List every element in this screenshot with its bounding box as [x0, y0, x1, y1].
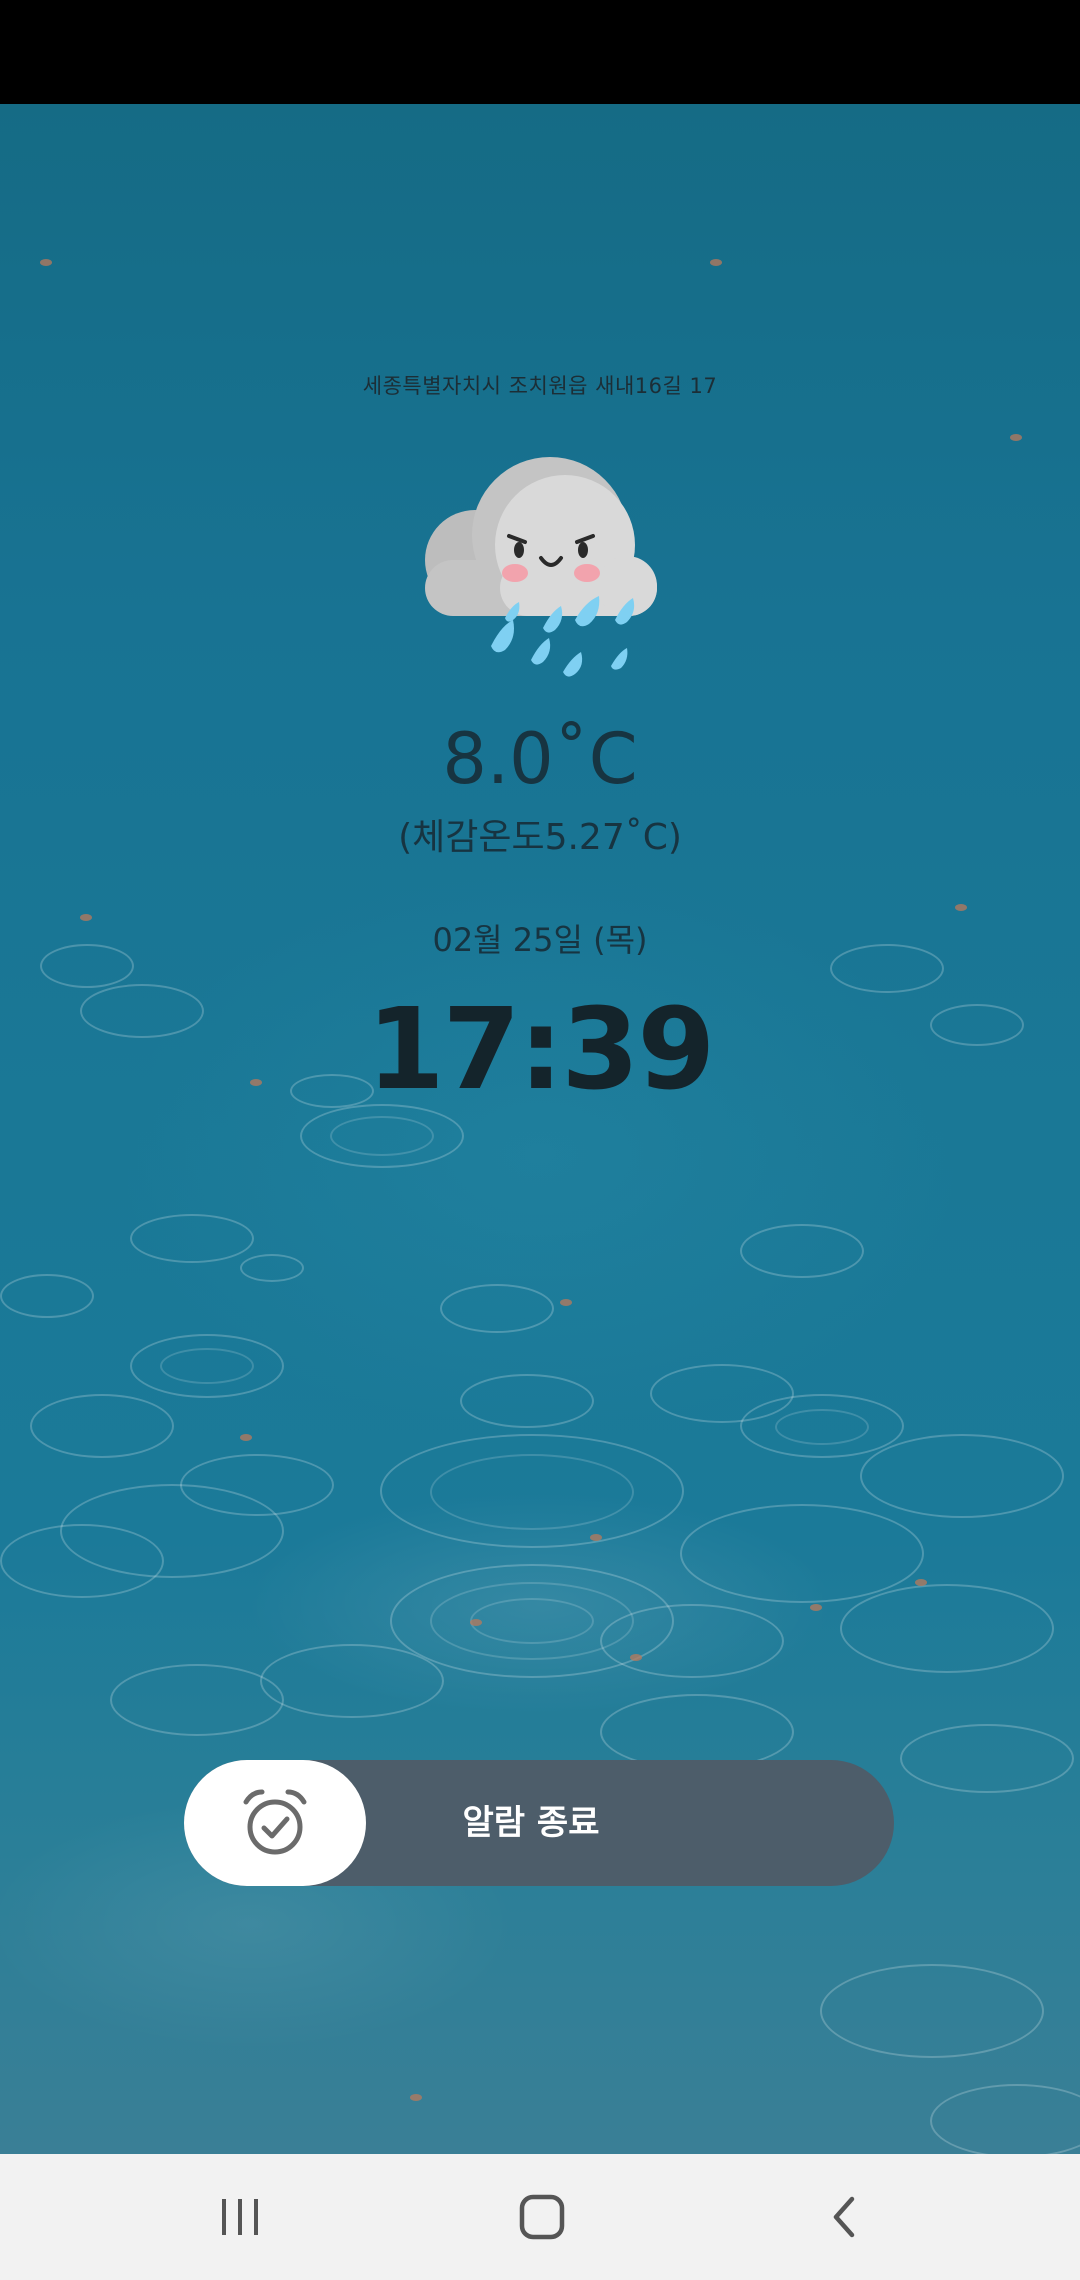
rain-cloud-icon — [405, 450, 675, 720]
home-button[interactable] — [482, 2154, 602, 2280]
slider-handle[interactable] — [184, 1760, 366, 1886]
alarm-screen: 세종특별자치시 조치원읍 새내16길 17 8.0˚C (체감온도5.27˚C)… — [0, 0, 1080, 2280]
dismiss-alarm-slider[interactable]: 알람 종료 — [184, 1760, 894, 1886]
back-button[interactable] — [784, 2154, 904, 2280]
navigation-bar — [0, 2154, 1080, 2280]
back-icon — [833, 2196, 855, 2238]
location-address: 세종특별자치시 조치원읍 새내16길 17 — [362, 374, 718, 398]
recents-icon — [222, 2199, 258, 2235]
alarm-clock-icon — [243, 1789, 307, 1855]
recents-button[interactable] — [180, 2154, 300, 2280]
home-icon — [519, 2194, 565, 2240]
date: 02월 25일 (목) — [432, 921, 648, 959]
dismiss-alarm-label: 알람 종료 — [462, 1803, 600, 1843]
status-bar — [0, 0, 1080, 104]
clock: 17:39 — [366, 985, 716, 1115]
feels-like-temperature: (체감온도5.27˚C) — [398, 817, 682, 858]
temperature: 8.0˚C — [442, 718, 638, 800]
